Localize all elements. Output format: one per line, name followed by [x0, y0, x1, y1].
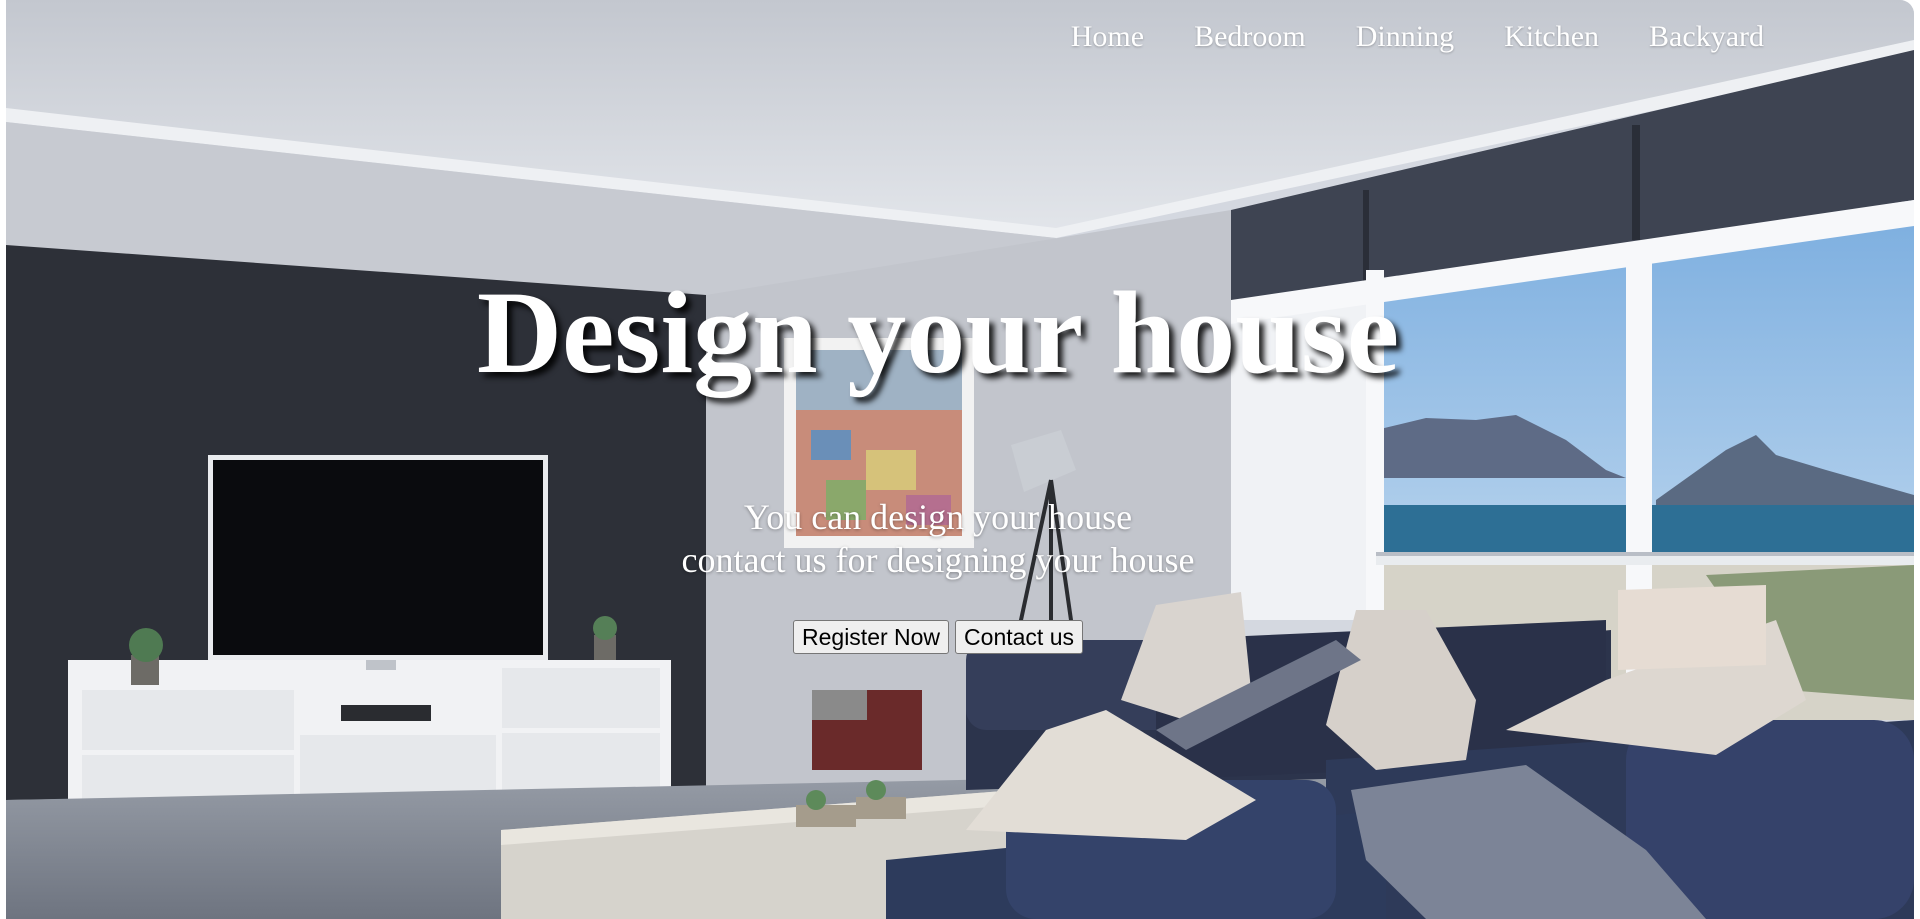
nav-link-kitchen[interactable]: Kitchen: [1504, 20, 1599, 54]
nav-link-home[interactable]: Home: [1071, 20, 1144, 54]
nav-link-backyard[interactable]: Backyard: [1649, 20, 1764, 54]
nav-link-dinning[interactable]: Dinning: [1356, 20, 1454, 54]
living-room-background-image: [6, 0, 1914, 919]
nav-link-bedroom[interactable]: Bedroom: [1194, 20, 1306, 54]
main-navigation: Home Bedroom Dinning Kitchen Backyard: [1071, 20, 1764, 54]
hero-subtitle-line-2: contact us for designing your house: [681, 540, 1195, 580]
contact-us-button[interactable]: Contact us: [955, 620, 1083, 654]
hero-title: Design your house: [476, 267, 1400, 398]
hero-subtitle: You can design your house contact us for…: [6, 496, 1870, 582]
register-now-button[interactable]: Register Now: [793, 620, 950, 654]
hero-section: Home Bedroom Dinning Kitchen Backyard De…: [6, 0, 1914, 919]
hero-subtitle-line-1: You can design your house: [743, 497, 1133, 537]
hero-actions: Register Now Contact us: [6, 620, 1870, 654]
